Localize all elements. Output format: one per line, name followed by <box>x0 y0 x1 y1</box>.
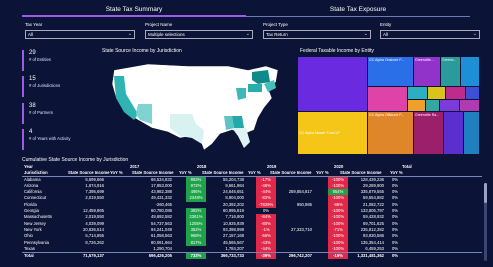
filter-label: Project Type <box>263 22 288 27</box>
project-type-dropdown[interactable]: Tax Return ⌄ <box>263 30 371 39</box>
treemap-cell[interactable]: GC Alpha Master Fund LP <box>298 112 367 154</box>
kpi-jurisdictions: 15 # of Jurisdictions <box>22 76 82 97</box>
treemap-cell[interactable] <box>444 112 463 154</box>
table-title: Cumulative State Source Income by Jurisd… <box>22 157 129 163</box>
treemap-cell[interactable] <box>440 100 459 111</box>
scrollbar-thumb[interactable] <box>484 183 487 203</box>
filter-label: Project Name <box>145 22 173 27</box>
dropdown-value: All <box>28 32 34 37</box>
table-total-row: Total 71,579,137 596,426,205 733% 366,733,73… <box>22 252 482 260</box>
dropdown-value: Tax Return <box>266 32 288 37</box>
kpi-entities: 29 # of Entities <box>22 50 82 71</box>
treemap-cell-label: GC Alpha Master Fund LP <box>299 130 340 135</box>
table-body: Alabama 6,699,666 66,534,832 893% 55,204,738… <box>22 176 482 253</box>
treemap-cell[interactable] <box>428 87 445 99</box>
kpi-value: 4 <box>29 129 33 135</box>
tab-state-tax-summary[interactable]: State Tax Summary <box>22 3 246 17</box>
income-cell: 366,733,733 <box>220 253 244 259</box>
yoy-cell: -19% <box>328 253 348 260</box>
chevron-down-icon: ⌄ <box>245 31 250 37</box>
treemap-cell[interactable] <box>368 87 407 111</box>
income-cell: 0% <box>391 253 398 259</box>
treemap-cell-label: Greenville... <box>415 58 434 62</box>
income-matrix-table: Year 2017 2018 2019 2020 Total Jurisdict… <box>22 164 482 260</box>
treemap-cell[interactable] <box>461 57 479 86</box>
treemap-cell[interactable] <box>408 100 425 111</box>
treemap-cell[interactable]: Greenville Ra... <box>414 112 443 154</box>
kpi-label: # of Partners <box>29 110 53 115</box>
dropdown-value: All <box>383 32 389 37</box>
treemap-cell[interactable] <box>460 100 479 111</box>
yoy-cell: 733% <box>186 253 206 260</box>
treemap-cell[interactable]: Greenville... <box>414 57 440 86</box>
state-georgia <box>232 116 244 128</box>
kpi-label: # of Jurisdictions <box>29 83 61 88</box>
treemap-cell[interactable]: Greenv... <box>441 57 460 86</box>
income-cell: 296,742,207 <box>288 253 312 259</box>
dropdown-value: Multiple selections <box>148 32 185 37</box>
treemap-cell-label: Greenv... <box>442 58 457 62</box>
treemap-cell[interactable] <box>426 100 439 111</box>
treemap-cell-label: GC Alpha Onshore F... <box>369 58 405 62</box>
kpi-label: # of Entities <box>29 57 51 62</box>
income-cell: 596,426,205 <box>148 253 172 259</box>
filter-label: Tax Year <box>25 22 43 27</box>
yoy-cell: -39% <box>256 253 276 260</box>
entity-dropdown[interactable]: All ⌄ <box>380 30 480 39</box>
project-name-dropdown[interactable]: Multiple selections ⌄ <box>145 30 253 39</box>
treemap-cell-label: Greenville Ra... <box>415 113 440 117</box>
treemap-cell[interactable] <box>466 87 479 99</box>
income-cell: 71,579,137 <box>83 253 104 259</box>
treemap-cell[interactable]: GC Alpha Onshore F... <box>368 57 413 86</box>
chevron-down-icon: ⌄ <box>363 31 368 37</box>
filter-project-name: Project Name Multiple selections ⌄ <box>145 22 253 39</box>
kpi-label: # of Years with Activity <box>29 136 71 141</box>
filter-project-type: Project Type Tax Return ⌄ <box>263 22 371 39</box>
map-title: State Source Income by Jurisdiction <box>102 48 182 54</box>
filter-entity: Entity All ⌄ <box>380 22 480 39</box>
kpi-value: 15 <box>29 76 36 82</box>
state-arizona <box>136 104 152 124</box>
treemap-cell[interactable] <box>298 57 367 111</box>
kpi-years-activity: 4 # of Years with Activity <box>22 129 82 150</box>
us-choropleth-map[interactable] <box>108 58 286 156</box>
jurisdiction-cell: Total <box>24 253 34 259</box>
treemap-cell[interactable]: GC Alpha Offshore F... <box>368 112 413 154</box>
kpi-partners: 38 # of Partners <box>22 103 82 124</box>
treemap-cell[interactable] <box>464 112 479 154</box>
state-pennsylvania <box>248 84 262 92</box>
treemap-cell-label: GC Alpha Offshore F... <box>369 113 404 117</box>
entity-treemap[interactable]: GC Alpha Onshore F... Greenville... Greenv… <box>298 57 480 155</box>
tax-year-dropdown[interactable]: All ⌄ <box>25 30 135 39</box>
treemap-cell[interactable] <box>408 87 427 99</box>
tab-state-tax-exposure[interactable]: State Tax Exposure <box>246 3 470 17</box>
report-tabs: State Tax Summary State Tax Exposure <box>22 3 470 17</box>
treemap-title: Federal Taxable Income by Entity <box>300 48 374 54</box>
treemap-cell[interactable] <box>446 87 465 99</box>
filter-tax-year: Tax Year All ⌄ <box>25 22 135 39</box>
kpi-value: 29 <box>29 50 36 56</box>
income-cell: 1,331,481,362 <box>357 253 384 259</box>
chevron-down-icon: ⌄ <box>127 31 132 37</box>
filter-label: Entity <box>380 22 392 27</box>
kpi-value: 38 <box>29 103 36 109</box>
chevron-down-icon: ⌄ <box>472 31 477 37</box>
